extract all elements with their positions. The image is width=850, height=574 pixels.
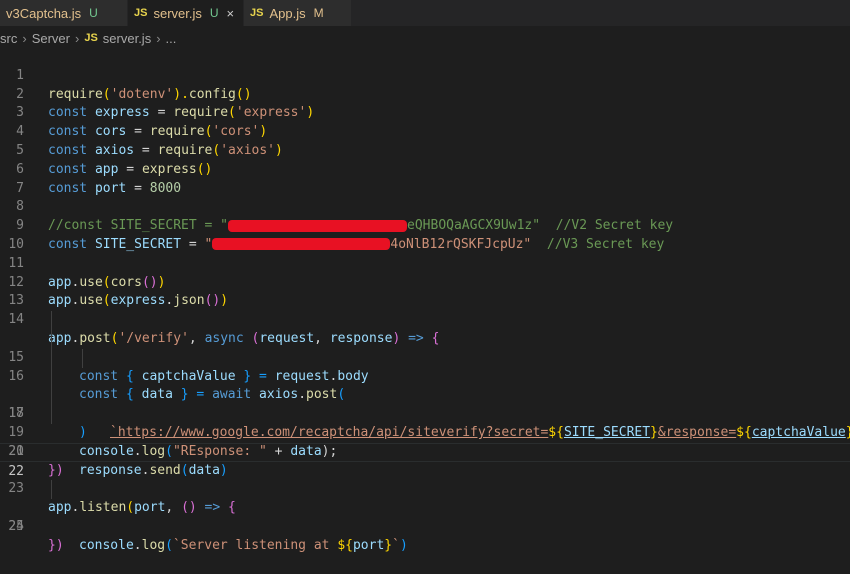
untracked-badge: U bbox=[89, 6, 98, 20]
code-line[interactable]: 9 const SITE_SECRET = " 4oNlB12rQSKFJcpUz… bbox=[0, 198, 850, 252]
indent-guide bbox=[51, 480, 52, 500]
code-line[interactable]: 21 }) bbox=[0, 424, 850, 478]
line-content: console.log(`Server listening at ${port}… bbox=[79, 537, 408, 556]
chevron-right-icon: › bbox=[22, 30, 27, 46]
tab-label: App.js bbox=[269, 5, 306, 21]
chevron-right-icon: › bbox=[156, 30, 161, 46]
code-line[interactable]: 15 const { captchaValue } = request.body bbox=[0, 311, 850, 384]
code-line[interactable]: 4 const axios = require('axios') bbox=[0, 104, 850, 158]
code-token: log bbox=[141, 537, 166, 553]
code-line[interactable]: 17 `https://www.google.com/recaptcha/api… bbox=[0, 348, 850, 440]
tab-app-js[interactable]: JS App.js M bbox=[244, 0, 352, 26]
code-line-current[interactable]: 22 bbox=[0, 442, 850, 479]
javascript-file-icon: JS bbox=[84, 32, 98, 44]
code-line[interactable]: 20 response.send(data) bbox=[0, 405, 850, 478]
code-token: `Server listening at bbox=[172, 537, 338, 553]
chevron-right-icon: › bbox=[74, 30, 80, 46]
code-token: port bbox=[352, 537, 385, 553]
tab-server-js[interactable]: JS server.js U × bbox=[128, 0, 244, 26]
code-line[interactable]: 24 console.log(`Server listening at ${po… bbox=[0, 480, 850, 553]
tab-v3captcha[interactable]: v3Captcha.js U bbox=[0, 0, 128, 26]
code-token: ${ bbox=[337, 537, 353, 553]
tab-label: v3Captcha.js bbox=[6, 5, 82, 21]
code-line[interactable]: 11 app.use(cors()) bbox=[0, 236, 850, 290]
code-line[interactable]: 12 app.use(express.json()) bbox=[0, 255, 850, 309]
code-token: . bbox=[133, 537, 142, 553]
modified-badge: M bbox=[313, 6, 324, 20]
code-line[interactable]: 2 const express = require('express') bbox=[0, 67, 850, 121]
code-line[interactable]: 23 app.listen(port, () => { bbox=[0, 462, 850, 515]
code-editor[interactable]: 1 require('dotenv').config() 2 const exp… bbox=[0, 48, 850, 553]
code-line[interactable]: 19 console.log("REsponse: " + data); bbox=[0, 386, 850, 459]
line-content: }) bbox=[48, 537, 64, 556]
indent-guide bbox=[51, 405, 52, 424]
code-line[interactable]: 3 const cors = require('cors') bbox=[0, 86, 850, 139]
breadcrumb: src › Server › JS server.js › ... bbox=[0, 26, 850, 50]
code-line[interactable]: 14 app.post('/verify', async (request, r… bbox=[0, 292, 850, 346]
indent-guide bbox=[82, 348, 83, 368]
javascript-file-icon: JS bbox=[250, 7, 264, 19]
breadcrumb-server[interactable]: Server bbox=[32, 31, 70, 46]
indent-guide bbox=[51, 367, 52, 387]
code-token: console bbox=[79, 537, 134, 553]
code-token: ) bbox=[399, 537, 408, 553]
breadcrumb-src[interactable]: src bbox=[0, 31, 17, 46]
close-icon[interactable]: × bbox=[227, 6, 235, 21]
tab-label: server.js bbox=[153, 5, 202, 21]
tab-bar: v3Captcha.js U JS server.js U × JS App.j… bbox=[0, 0, 850, 26]
code-token: ( bbox=[165, 537, 173, 553]
code-line[interactable]: 5 const app = express() bbox=[0, 123, 850, 177]
code-line[interactable]: 16 const { data } = await axios.post( bbox=[0, 329, 850, 402]
code-line[interactable]: 18 ) bbox=[0, 367, 850, 440]
code-line[interactable]: 10 bbox=[0, 217, 850, 252]
indent-guide bbox=[51, 386, 52, 406]
code-token: ` bbox=[392, 537, 400, 553]
code-line[interactable]: 1 require('dotenv').config() bbox=[0, 48, 850, 102]
code-token: } bbox=[384, 537, 393, 553]
breadcrumb-symbols[interactable]: ... bbox=[166, 31, 177, 46]
breadcrumb-file[interactable]: server.js bbox=[103, 31, 151, 46]
code-token: }) bbox=[48, 537, 64, 553]
code-line[interactable]: 7 bbox=[0, 161, 850, 196]
line-number: 25 bbox=[8, 518, 24, 534]
untracked-badge: U bbox=[209, 6, 219, 20]
indent-guide bbox=[51, 329, 52, 349]
code-line[interactable]: 25 }) bbox=[0, 499, 850, 553]
code-line[interactable]: 13 bbox=[0, 274, 850, 308]
indent-guide bbox=[51, 311, 52, 330]
code-line[interactable]: 6 const port = 8000 bbox=[0, 142, 850, 196]
code-line[interactable]: 8 //const SITE_SECRET = " eQHBOQaAGCX9Uw1… bbox=[0, 180, 850, 233]
javascript-file-icon: JS bbox=[134, 7, 148, 19]
indent-guide bbox=[51, 348, 52, 368]
